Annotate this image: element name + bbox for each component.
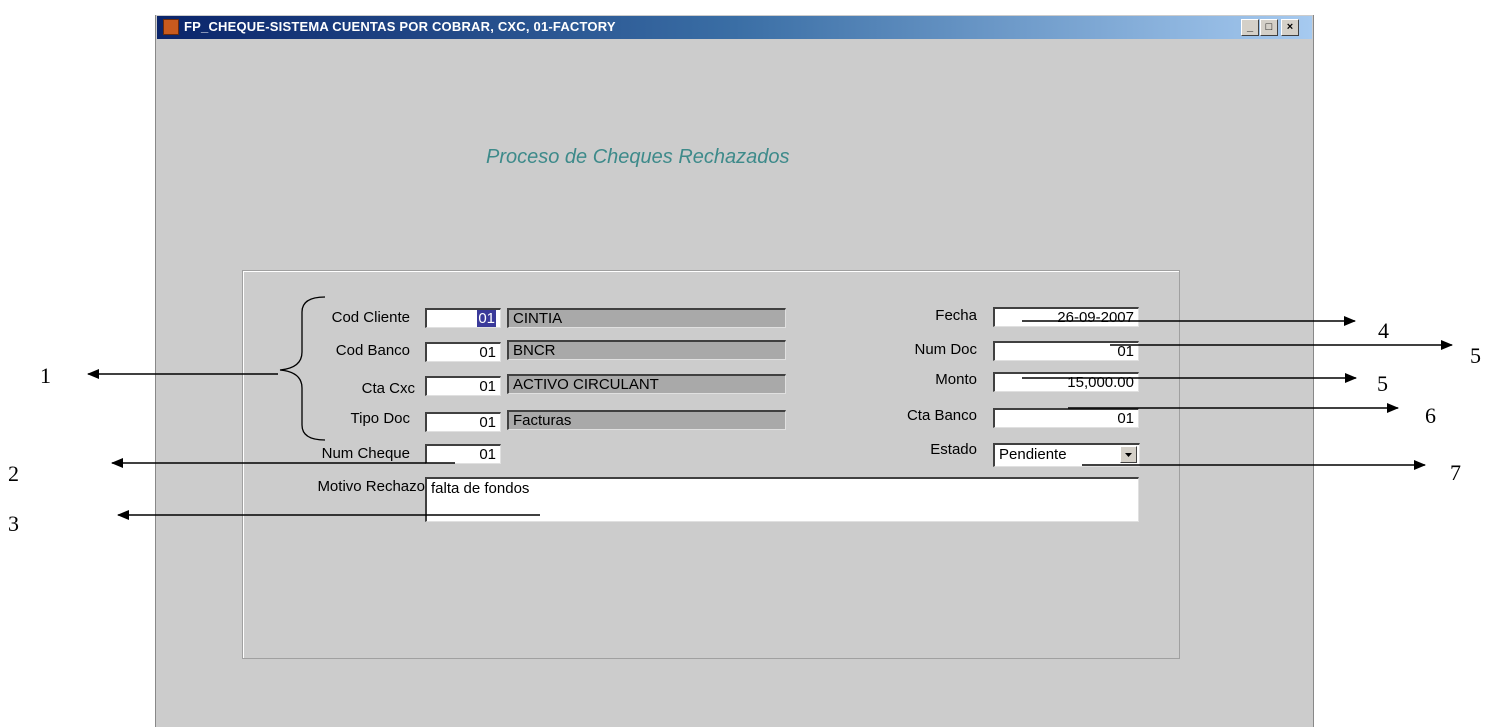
annotation-1: 1 — [40, 363, 51, 388]
annotation-3: 3 — [8, 511, 19, 536]
annotation-layer — [87, 296, 1453, 520]
annotation-6: 6 — [1425, 403, 1436, 428]
annotation-5b: 5 — [1377, 371, 1388, 396]
annotation-5a: 5 — [1470, 343, 1481, 368]
annotation-4: 4 — [1378, 318, 1389, 343]
annotation-2: 2 — [8, 461, 19, 486]
annotation-7: 7 — [1450, 460, 1461, 485]
bracket — [279, 296, 326, 441]
